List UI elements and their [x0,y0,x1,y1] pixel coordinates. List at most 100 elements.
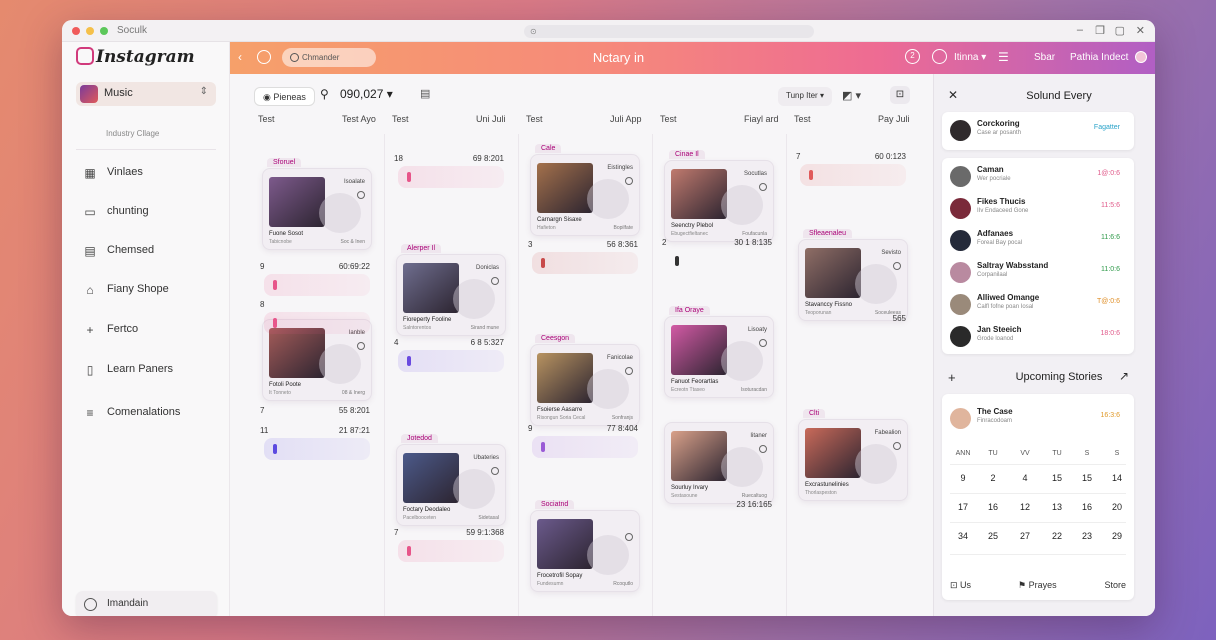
post-card[interactable]: Ceesgon Fanicolae Fsoierse Aasarre Risongun… [530,334,640,426]
person-item[interactable]: Fikes Thucis IIv Endaceed Gone 11:5:6 [950,196,1126,224]
sidebar-item-5[interactable]: ▯ Learn Paners [76,357,216,383]
export-icon[interactable]: ⊡ [890,86,910,104]
calendar-day[interactable]: 13 [1044,502,1070,512]
minimize-icon[interactable]: – [1077,24,1083,36]
post-thumbnail[interactable] [269,328,325,378]
calendar-day[interactable]: 27 [1012,531,1038,541]
footer-us[interactable]: ⊡ Us [950,580,971,591]
schedule-row[interactable]: 7 59 9:1:368 [394,528,504,537]
address-bar[interactable]: ⊙ [524,25,814,38]
post-card[interactable]: Cale Eistingles Carnargn Sisaxe Hafieton Bop… [530,144,640,236]
add-story-icon[interactable]: + [948,370,956,385]
view-dropdown[interactable]: Tunp Iter ▾ [778,87,832,106]
filter-button[interactable]: ◉ Pieneas [254,87,315,106]
calendar-day[interactable]: 34 [950,531,976,541]
post-thumbnail[interactable] [805,428,861,478]
column-header-left[interactable]: Test [392,114,409,124]
notification-badge[interactable]: 2 [905,49,920,64]
calendar-day[interactable]: 15 [1074,473,1100,483]
user-menu-2[interactable]: Sbar [1034,52,1055,63]
calendar-day[interactable]: 17 [950,502,976,512]
card-menu-icon[interactable] [893,442,901,450]
calendar-day[interactable]: 12 [1012,502,1038,512]
schedule-row[interactable]: 3 56 8:361 [528,240,638,249]
footer-store[interactable]: Store [1104,580,1126,590]
status-circle-icon[interactable] [932,49,947,64]
post-card[interactable]: Alerper Il Doniclas Fioreperty Fooline Saln… [396,244,506,336]
schedule-row[interactable]: 4 6 8 5:327 [394,338,504,347]
calendar-day[interactable]: 22 [1044,531,1070,541]
column-header-right[interactable]: Test Ayo [342,114,376,124]
column-header-left[interactable]: Test [794,114,811,124]
post-thumbnail[interactable] [403,263,459,313]
column-header-right[interactable]: Juli App [610,114,642,124]
post-thumbnail[interactable] [671,431,727,481]
column-header-right[interactable]: Fiayl ard [744,114,779,124]
post-card[interactable]: Ifa Oraye Lisoaty Fanuot Feorartlas Ecreotn… [664,306,774,398]
column-header-right[interactable]: Uni Juli [476,114,506,124]
post-card[interactable]: Sforuel Isoalate Fuone Sosot Tabicnobe Soc &… [262,158,372,250]
minimize-window-button[interactable] [86,27,94,35]
profile-name[interactable]: Pathia Indect [1070,52,1128,63]
person-item[interactable]: Caman Wer pocriale 1@:0:6 [950,164,1126,192]
sidebar-item-0[interactable]: ▦ Vinlaes [76,160,216,186]
post-thumbnail[interactable] [671,325,727,375]
schedule-row[interactable]: 9 77 8:404 [528,424,638,433]
sidebar-footer-button[interactable]: Imandain [76,591,217,616]
card-menu-icon[interactable] [357,191,365,199]
menu-lines-icon[interactable]: ☰ [998,50,1009,64]
person-item[interactable]: Adfanaes Foreal Bay pocal 11:6:6 [950,228,1126,256]
card-menu-icon[interactable] [625,177,633,185]
schedule-row[interactable]: 8 [260,300,370,309]
calendar-day[interactable]: 16 [980,502,1006,512]
post-thumbnail[interactable] [403,453,459,503]
post-thumbnail[interactable] [537,353,593,403]
person-item[interactable]: Jan Steeich Grode loanod 18:0:6 [950,324,1126,352]
card-menu-icon[interactable] [759,339,767,347]
profile-avatar[interactable] [1135,51,1147,63]
post-card[interactable]: Iitaner Sourluy Irvary Sestasoune Ruecaltuo… [664,422,774,504]
user-menu-1[interactable]: Itinna ▾ [954,52,986,63]
card-menu-icon[interactable] [759,445,767,453]
layout-toggle[interactable]: ◩ ▾ [842,89,861,102]
close-icon[interactable]: ✕ [1136,24,1145,37]
sidebar-item-3[interactable]: ⌂ Fiany Shope [76,277,216,303]
sidebar-item-1[interactable]: ▭ chunting [76,199,216,225]
app-logo[interactable]: Instagram [76,47,195,67]
post-card[interactable]: Clti Fabealion Excrastunelinies Thorlaspest… [798,409,908,501]
post-thumbnail[interactable] [537,163,593,213]
search-icon[interactable]: ⚲ [320,87,329,101]
calendar-day[interactable]: 2 [980,473,1006,483]
column-header-left[interactable]: Test [526,114,543,124]
post-card[interactable]: Jotedod Ubateries Foctary Deodaleo Pacelboo… [396,434,506,526]
card-menu-icon[interactable] [759,183,767,191]
card-menu-icon[interactable] [625,367,633,375]
restore-icon[interactable]: ❐ [1095,24,1105,37]
post-thumbnail[interactable] [537,519,593,569]
account-switcher[interactable]: Music ⇕ [76,82,216,106]
card-menu-icon[interactable] [357,342,365,350]
schedule-row[interactable]: 11 21 87:21 [260,426,370,435]
sidebar-item-2[interactable]: ▤ Chemsed [76,238,216,264]
calendar-day[interactable]: 14 [1104,473,1130,483]
calendar-icon[interactable]: ▤ [420,87,430,100]
calendar-day[interactable]: 16 [1074,502,1100,512]
card-menu-icon[interactable] [893,262,901,270]
story-item[interactable]: The Case Finracodoam 16:3:6 [950,406,1126,434]
post-card[interactable]: Cinae Il Socutlas Seenctry Plebol Ebugectfi… [664,150,774,242]
card-menu-icon[interactable] [625,533,633,541]
calendar-day[interactable]: 4 [1012,473,1038,483]
post-thumbnail[interactable] [671,169,727,219]
date-selector[interactable]: 090,027 ▾ [340,87,393,101]
column-header-left[interactable]: Test [258,114,275,124]
footer-prayes[interactable]: ⚑ Prayes [1018,580,1057,591]
maximize-window-button[interactable] [100,27,108,35]
person-item[interactable]: Saltray Wabsstand Corpanilaal 11:0:6 [950,260,1126,288]
card-menu-icon[interactable] [491,467,499,475]
post-card[interactable]: Sfleaenaleu Sevisto Stavanccy Fissno Teopor… [798,229,908,321]
featured-card[interactable]: Corckoring Case ar posanth Fagatter [942,112,1134,150]
close-window-button[interactable] [72,27,80,35]
post-thumbnail[interactable] [269,177,325,227]
card-menu-icon[interactable] [491,277,499,285]
calendar-day[interactable]: 20 [1104,502,1130,512]
